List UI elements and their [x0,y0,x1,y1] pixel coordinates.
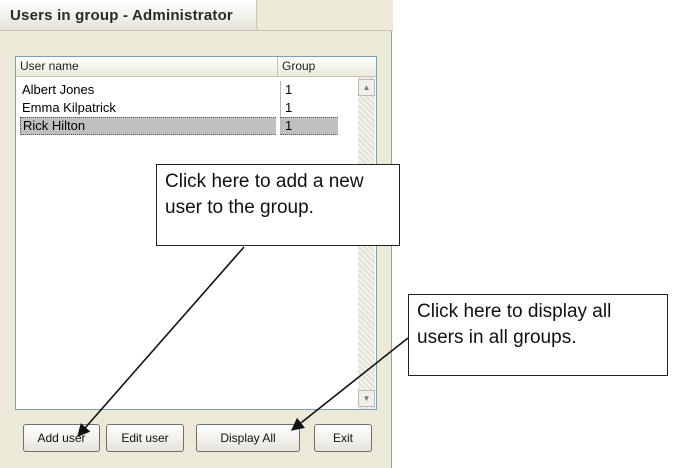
group-cell: 1 [280,99,343,117]
list-row[interactable]: Albert Jones 1 [18,81,338,99]
exit-button[interactable]: Exit [314,424,372,452]
edit-user-button[interactable]: Edit user [106,424,184,452]
column-header-user-name[interactable]: User name [16,57,278,76]
user-name-cell: Rick Hilton [20,117,276,135]
window-title: Users in group - Administrator [10,7,233,24]
add-user-button[interactable]: Add user [23,424,100,452]
list-row-selected[interactable]: Rick Hilton 1 [18,117,338,135]
display-all-button[interactable]: Display All [196,424,300,452]
user-name-cell: Emma Kilpatrick [22,100,116,115]
column-header-group[interactable]: Group [278,57,376,76]
group-cell: 1 [280,117,338,135]
user-name-cell: Albert Jones [22,82,95,97]
scroll-up-icon[interactable]: ▲ [358,79,375,96]
group-cell: 1 [280,81,343,99]
list-row[interactable]: Emma Kilpatrick 1 [18,99,338,117]
display-all-callout: Click here to display all users in all g… [408,294,668,376]
scroll-down-icon[interactable]: ▼ [358,390,375,407]
list-header: User name Group [16,57,376,77]
title-tab-edge [256,0,393,31]
add-user-callout: Click here to add a new user to the grou… [156,164,400,246]
